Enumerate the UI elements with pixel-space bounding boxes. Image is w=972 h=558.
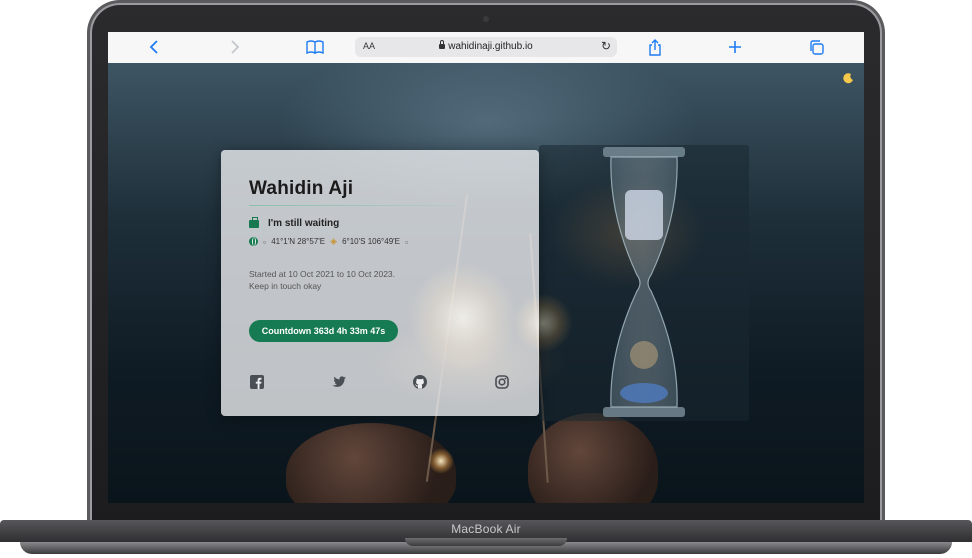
back-button[interactable] <box>144 38 164 56</box>
location-row: ▫ 41°1'N 28°57'E ◈ 6°10'S 106°49'E ▫ <box>249 236 408 247</box>
right-hand-image <box>528 413 658 503</box>
instagram-icon <box>495 375 509 389</box>
status-row: I'm still waiting <box>249 216 340 229</box>
webcam <box>483 16 489 22</box>
flag-icon: ▫ <box>263 236 267 247</box>
dark-mode-toggle[interactable] <box>843 73 854 87</box>
briefcase-icon <box>249 216 259 228</box>
globe-icon <box>249 237 258 246</box>
location-to: 6°10'S 106°49'E <box>342 237 401 246</box>
laptop-screen: AA wahidinaji.github.io ↻ Wahidin Aji I'… <box>108 32 864 503</box>
browser-toolbar: AA wahidinaji.github.io ↻ <box>108 32 864 64</box>
hourglass-illustration <box>603 147 685 417</box>
moon-icon <box>843 73 853 84</box>
lock-icon <box>439 40 446 49</box>
chevron-left-icon <box>149 40 158 54</box>
location-from: 41°1'N 28°57'E <box>271 237 326 246</box>
instagram-link[interactable] <box>494 374 510 390</box>
laptop-base: MacBook Air <box>0 520 972 558</box>
countdown-button[interactable]: Countdown 363d 4h 33m 47s <box>249 320 398 342</box>
url-text: wahidinaji.github.io <box>448 41 533 52</box>
started-text: Started at 10 Oct 2021 to 10 Oct 2023. K… <box>249 268 395 292</box>
profile-name: Wahidin Aji <box>249 178 354 199</box>
bookmarks-button[interactable] <box>305 38 325 56</box>
started-line: Started at 10 Oct 2021 to 10 Oct 2023. <box>249 269 396 279</box>
keep-in-touch-line: Keep in touch okay <box>249 281 322 291</box>
page-background: Wahidin Aji I'm still waiting ▫ 41°1'N 2… <box>108 63 864 503</box>
forward-button[interactable] <box>225 38 245 56</box>
person-icon: ◈ <box>330 236 338 246</box>
facebook-link[interactable] <box>249 374 265 390</box>
facebook-icon <box>250 375 264 389</box>
tabs-icon <box>809 39 824 55</box>
name-divider <box>249 205 457 206</box>
github-icon <box>413 375 427 389</box>
share-icon <box>649 38 661 56</box>
new-tab-button[interactable] <box>725 38 745 56</box>
chevron-right-icon <box>231 40 240 54</box>
reload-icon[interactable]: ↻ <box>601 39 611 53</box>
tabs-button[interactable] <box>806 38 826 56</box>
sparkle-tip <box>428 448 454 474</box>
address-bar[interactable]: AA wahidinaji.github.io ↻ <box>355 37 617 57</box>
plus-icon <box>729 41 741 53</box>
url-display[interactable]: wahidinaji.github.io <box>355 40 617 52</box>
twitter-icon <box>331 375 346 387</box>
share-button[interactable] <box>645 38 665 56</box>
twitter-link[interactable] <box>330 374 346 390</box>
status-text: I'm still waiting <box>268 218 340 229</box>
flag-icon-2: ▫ <box>405 236 409 247</box>
github-link[interactable] <box>412 374 428 390</box>
laptop-notch <box>405 538 567 546</box>
device-label: MacBook Air <box>451 522 521 536</box>
profile-card: Wahidin Aji I'm still waiting ▫ 41°1'N 2… <box>221 150 539 416</box>
book-icon <box>306 40 324 54</box>
hourglass-image <box>539 145 749 421</box>
